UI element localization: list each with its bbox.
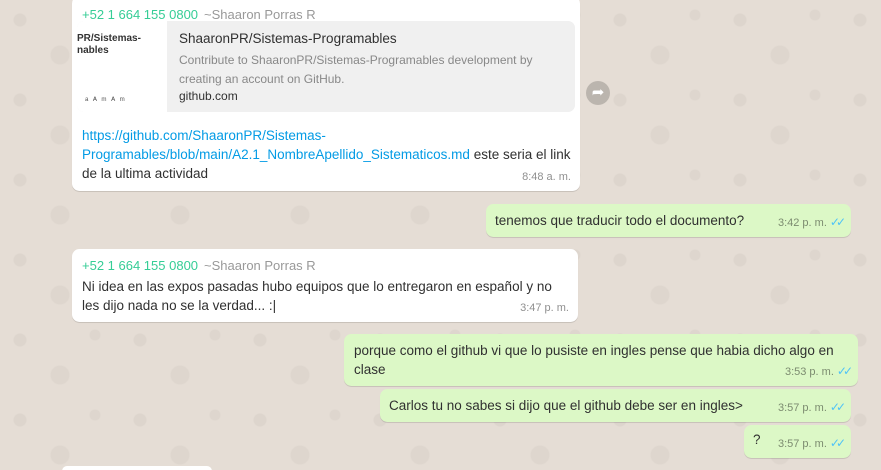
link-preview-title: ShaaronPR/Sistemas-Programables xyxy=(179,31,397,46)
message-text: ? xyxy=(753,432,761,447)
message-link[interactable]: https://github.com/ShaaronPR/Sistemas- Pr… xyxy=(82,128,470,162)
outgoing-message[interactable]: porque como el github vi que lo pusiste … xyxy=(344,334,858,386)
message-sender: +52 1 664 155 0800 ~Shaaron Porras R xyxy=(82,257,316,275)
link-preview-thumbnail: PR/Sistemas- nables ᵃ ᴬ ᵐ ᴬ ᵐ xyxy=(77,21,167,112)
message-time: 3:47 p. m. xyxy=(520,302,569,314)
outgoing-message[interactable]: tenemos que traducir todo el documento? … xyxy=(486,204,851,237)
sender-phone[interactable]: +52 1 664 155 0800 xyxy=(82,258,198,273)
message-text: Ni idea en las expos pasadas hubo equipo… xyxy=(82,279,552,313)
sender-phone[interactable]: +52 1 664 155 0800 xyxy=(82,7,198,22)
message-text: https://github.com/ShaaronPR/Sistemas- Pr… xyxy=(82,126,572,183)
message-text: tenemos que traducir todo el documento? xyxy=(495,213,745,228)
link-preview-domain: github.com xyxy=(179,89,238,103)
message-text: porque como el github vi que lo pusiste … xyxy=(354,343,834,377)
link-preview-card[interactable]: PR/Sistemas- nables ᵃ ᴬ ᵐ ᴬ ᵐ ShaaronPR/… xyxy=(77,21,575,112)
message-time: 3:53 p. m. ✓✓ xyxy=(784,364,853,378)
sender-name: ~Shaaron Porras R xyxy=(204,7,316,22)
double-check-icon: ✓✓ xyxy=(836,364,853,378)
forward-arrow-icon[interactable]: ➦ xyxy=(586,81,610,105)
message-time: 3:42 p. m. ✓✓ xyxy=(777,215,846,229)
thumbnail-title: PR/Sistemas- nables xyxy=(77,33,141,56)
message-time: 3:57 p. m. ✓✓ xyxy=(777,400,846,414)
double-check-icon: ✓✓ xyxy=(829,215,846,229)
incoming-message-link[interactable]: +52 1 664 155 0800 ~Shaaron Porras R PR/S… xyxy=(72,0,580,191)
thumbnail-footer: ᵃ ᴬ ᵐ ᴬ ᵐ xyxy=(85,95,126,105)
incoming-message[interactable]: +52 1 664 155 0800 ~Shaaron Porras R Ni i… xyxy=(72,249,578,322)
link-preview-description: Contribute to ShaaronPR/Sistemas-Program… xyxy=(179,53,533,86)
message-text: Carlos tu no sabes si dijo que el github… xyxy=(389,398,743,413)
double-check-icon: ✓✓ xyxy=(829,436,846,450)
incoming-message-partial[interactable] xyxy=(62,466,212,470)
sender-name: ~Shaaron Porras R xyxy=(204,258,316,273)
message-time: 8:48 a. m. xyxy=(522,171,571,183)
double-check-icon: ✓✓ xyxy=(829,400,846,414)
outgoing-message[interactable]: ? 3:57 p. m. ✓✓ xyxy=(744,425,851,458)
message-time: 3:57 p. m. ✓✓ xyxy=(777,436,846,450)
outgoing-message[interactable]: Carlos tu no sabes si dijo que el github… xyxy=(380,389,851,422)
